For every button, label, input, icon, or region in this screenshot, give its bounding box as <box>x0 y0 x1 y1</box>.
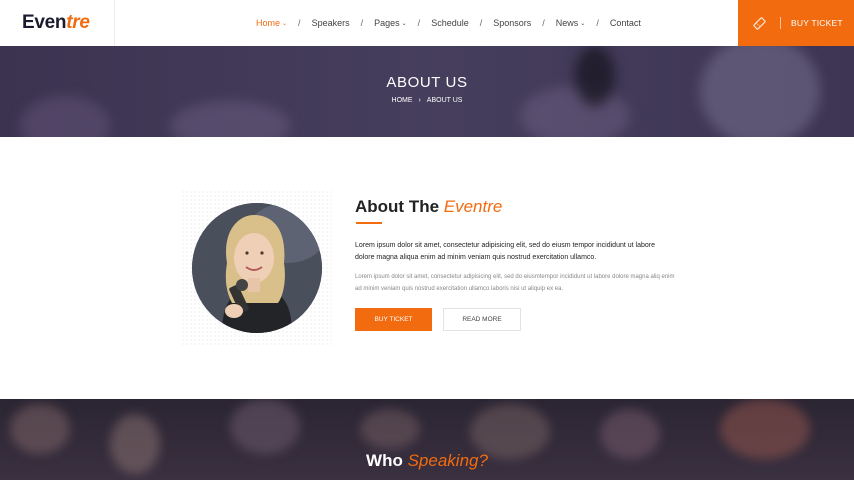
page-title: ABOUT US <box>386 74 468 91</box>
about-title: About The Eventre <box>355 197 502 217</box>
crowd-bg-decoration <box>720 399 810 459</box>
nav-separator: / <box>596 18 599 28</box>
logo-text-accent: tre <box>66 12 90 33</box>
about-body-text: Lorem ipsum dolor sit amet, consectetur … <box>355 274 675 292</box>
nav-item-label: Pages <box>374 18 400 28</box>
site-header: Eventre Home ⌄ / Speakers / Pages ⌄ / Sc… <box>0 0 854 46</box>
speakers-section: Who Speaking? <box>0 399 854 480</box>
speaker-illustration <box>192 203 322 333</box>
nav-item-label: Home <box>256 18 281 28</box>
crowd-bg-decoration <box>360 409 420 449</box>
breadcrumb-home[interactable]: HOME <box>392 97 413 104</box>
nav-item-label: Speakers <box>311 18 350 28</box>
nav-item-home[interactable]: Home ⌄ <box>256 18 287 28</box>
breadcrumb-separator: › <box>418 97 421 104</box>
nav-separator: / <box>542 18 545 28</box>
crowd-bg-decoration <box>230 399 300 454</box>
about-title-accent: Eventre <box>443 197 503 216</box>
speaker-photo <box>192 203 322 333</box>
about-title-main: About The <box>355 197 444 216</box>
buy-ticket-label: BUY TICKET <box>791 18 843 28</box>
nav-item-schedule[interactable]: Schedule <box>431 18 469 28</box>
buy-ticket-button[interactable]: BUY TICKET <box>355 308 432 331</box>
main-nav: Home ⌄ / Speakers / Pages ⌄ / Schedule /… <box>256 0 641 46</box>
ticket-icon <box>738 16 780 31</box>
speakers-title-accent: Speaking? <box>407 451 488 470</box>
nav-item-pages[interactable]: Pages ⌄ <box>374 18 407 28</box>
breadcrumb: HOME › ABOUT US <box>0 97 854 104</box>
nav-item-label: News <box>555 18 579 28</box>
banner-bg-decoration <box>700 46 820 137</box>
chevron-down-icon: ⌄ <box>401 20 407 27</box>
nav-item-news[interactable]: News ⌄ <box>556 18 586 28</box>
logo-container[interactable]: Eventre <box>0 0 115 46</box>
breadcrumb-current: ABOUT US <box>426 97 463 104</box>
nav-item-sponsors[interactable]: Sponsors <box>493 18 531 28</box>
nav-item-label: Contact <box>609 18 641 28</box>
title-underline <box>356 222 382 224</box>
header-buy-ticket-button[interactable]: BUY TICKET <box>738 0 854 46</box>
crowd-bg-decoration <box>10 404 70 454</box>
nav-separator: / <box>479 18 483 28</box>
site-logo[interactable]: Eventre <box>22 12 90 34</box>
chevron-down-icon: ⌄ <box>282 20 288 27</box>
about-lead-text: Lorem ipsum dolor sit amet, consectetur … <box>355 242 655 261</box>
nav-separator: / <box>298 18 301 28</box>
page-banner: ABOUT US HOME › ABOUT US <box>0 46 854 137</box>
chevron-down-icon: ⌄ <box>580 20 586 27</box>
nav-item-speakers[interactable]: Speakers <box>312 18 350 28</box>
nav-item-contact[interactable]: Contact <box>610 18 641 28</box>
logo-text-main: Even <box>22 12 67 33</box>
nav-separator: / <box>417 18 421 28</box>
banner-bg-decoration <box>520 86 630 137</box>
nav-item-label: Schedule <box>431 18 469 28</box>
read-more-button[interactable]: READ MORE <box>443 308 521 331</box>
speakers-title-main: Who <box>366 451 408 470</box>
speakers-section-title: Who Speaking? <box>0 451 854 471</box>
nav-item-label: Sponsors <box>493 18 532 28</box>
nav-separator: / <box>360 18 364 28</box>
banner-bg-decoration <box>170 101 290 137</box>
